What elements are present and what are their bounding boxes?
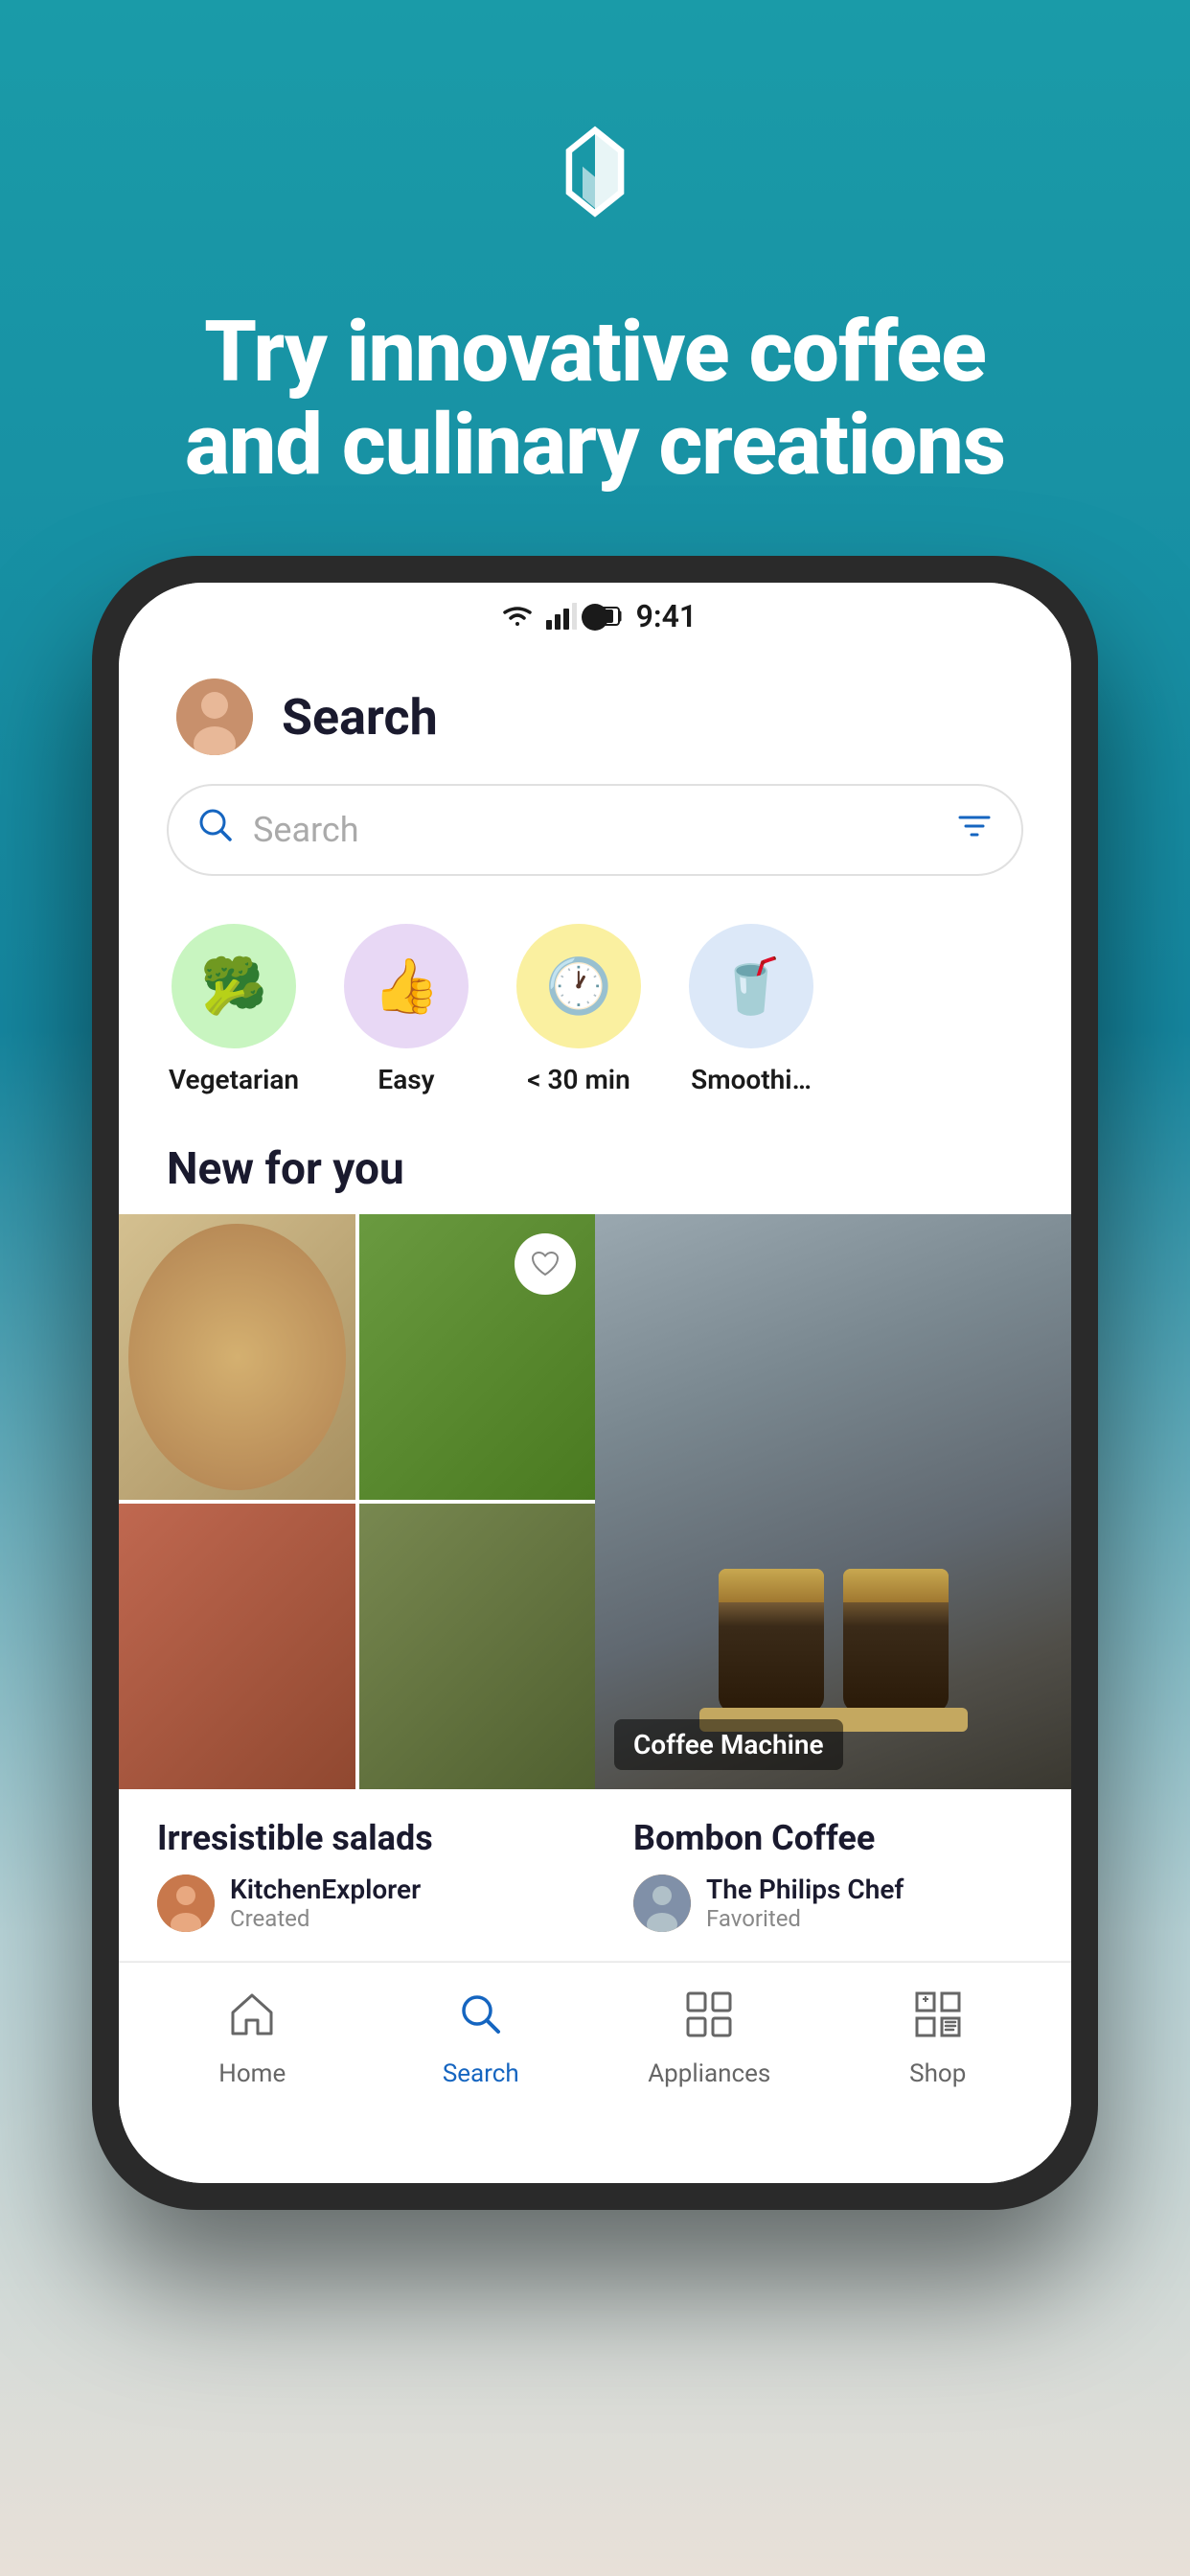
category-vegetarian[interactable]: 🥦 Vegetarian bbox=[167, 924, 301, 1095]
coffee-name: Bombon Coffee bbox=[633, 1818, 1033, 1858]
category-quick[interactable]: 🕐 < 30 min bbox=[512, 924, 646, 1095]
easy-label: Easy bbox=[378, 1064, 434, 1095]
easy-circle: 👍 bbox=[344, 924, 469, 1048]
food-image-3 bbox=[119, 1504, 355, 1789]
nav-search[interactable]: Search bbox=[367, 1990, 596, 2088]
app-header: Search bbox=[119, 650, 1071, 774]
salad-author-name: KitchenExplorer bbox=[230, 1874, 421, 1905]
salad-author-avatar bbox=[157, 1874, 215, 1932]
bottom-nav: Home Search bbox=[119, 1962, 1071, 2115]
appliances-icon bbox=[684, 1990, 734, 2052]
search-nav-icon bbox=[456, 1990, 506, 2052]
categories-row: 🥦 Vegetarian 👍 Easy 🕐 < 30 min 🥤 Smoothi… bbox=[119, 905, 1071, 1115]
coffee-author: The Philips Chef Favorited bbox=[633, 1874, 1033, 1932]
home-icon bbox=[227, 1990, 277, 2052]
coffee-author-name: The Philips Chef bbox=[706, 1874, 904, 1905]
smoothie-label: Smoothi… bbox=[691, 1064, 812, 1095]
category-easy[interactable]: 👍 Easy bbox=[339, 924, 473, 1095]
category-smoothie[interactable]: 🥤 Smoothi… bbox=[684, 924, 818, 1095]
status-bar: 9:41 bbox=[119, 583, 1071, 650]
favorite-button[interactable] bbox=[515, 1233, 576, 1295]
nav-appliances[interactable]: Appliances bbox=[595, 1990, 824, 2088]
page-title: Search bbox=[282, 688, 438, 747]
search-container: Search bbox=[119, 774, 1071, 905]
search-icon bbox=[197, 807, 234, 853]
salad-author-info: KitchenExplorer Created bbox=[230, 1874, 421, 1932]
appliances-label: Appliances bbox=[648, 2059, 770, 2088]
phone-inner: 9:41 Search bbox=[119, 583, 1071, 2183]
home-label: Home bbox=[218, 2059, 286, 2088]
salad-name: Irresistible salads bbox=[157, 1818, 557, 1858]
quick-label: < 30 min bbox=[527, 1064, 629, 1095]
salad-card[interactable] bbox=[119, 1214, 595, 1789]
coffee-card[interactable]: Coffee Machine bbox=[595, 1214, 1071, 1789]
signal-icon bbox=[546, 603, 577, 630]
nav-shop[interactable]: Shop bbox=[824, 1990, 1053, 2088]
user-avatar[interactable] bbox=[176, 678, 253, 755]
hero-section: Try innovative coffee and culinary creat… bbox=[0, 0, 1190, 550]
salad-author: KitchenExplorer Created bbox=[157, 1874, 557, 1932]
coffee-info[interactable]: Bombon Coffee T bbox=[595, 1808, 1071, 1942]
vegetarian-circle: 🥦 bbox=[172, 924, 296, 1048]
salad-author-action: Created bbox=[230, 1905, 421, 1932]
salad-info[interactable]: Irresistible salads bbox=[119, 1808, 595, 1942]
app-content: Search Search bbox=[119, 650, 1071, 2183]
new-for-you-section: New for you bbox=[119, 1115, 1071, 1962]
coffee-author-action: Favorited bbox=[706, 1905, 904, 1932]
search-placeholder[interactable]: Search bbox=[253, 810, 937, 850]
quick-circle: 🕐 bbox=[516, 924, 641, 1048]
app-logo bbox=[528, 115, 662, 249]
nav-home[interactable]: Home bbox=[138, 1990, 367, 2088]
coffee-badge: Coffee Machine bbox=[614, 1719, 843, 1770]
food-image-4 bbox=[359, 1504, 596, 1789]
search-nav-label: Search bbox=[443, 2059, 519, 2088]
recipe-info-row: Irresistible salads bbox=[119, 1789, 1071, 1962]
vegetarian-label: Vegetarian bbox=[169, 1064, 299, 1095]
recipes-row: Coffee Machine bbox=[119, 1214, 1071, 1789]
status-time: 9:41 bbox=[636, 598, 698, 634]
search-bar[interactable]: Search bbox=[167, 784, 1023, 876]
food-image-1 bbox=[119, 1214, 355, 1500]
phone-outer: 9:41 Search bbox=[92, 556, 1098, 2210]
shop-icon bbox=[913, 1990, 963, 2052]
shop-label: Shop bbox=[909, 2059, 966, 2088]
wifi-icon bbox=[500, 603, 535, 630]
hero-title: Try innovative coffee and culinary creat… bbox=[77, 307, 1113, 493]
filter-icon[interactable] bbox=[956, 808, 993, 853]
coffee-background bbox=[595, 1214, 1071, 1789]
section-title: New for you bbox=[119, 1115, 1071, 1214]
phone-mockup: 9:41 Search bbox=[92, 556, 1098, 2210]
front-camera bbox=[582, 604, 608, 631]
coffee-author-avatar bbox=[633, 1874, 691, 1932]
smoothie-circle: 🥤 bbox=[689, 924, 813, 1048]
coffee-author-info: The Philips Chef Favorited bbox=[706, 1874, 904, 1932]
